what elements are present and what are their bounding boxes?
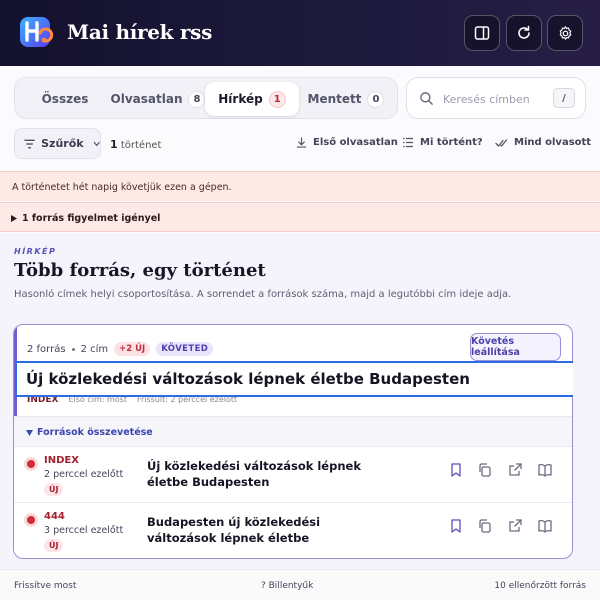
app-header: Mai hírek rss [0, 0, 600, 66]
followed-badge: KÖVETED [156, 342, 214, 356]
tab-label: Mentett [307, 92, 362, 106]
source-headline[interactable]: Budapesten új közlekedési változások lép… [147, 514, 379, 546]
external-link-icon[interactable] [507, 518, 523, 534]
compare-sources-label: Források összevetése [37, 427, 153, 438]
new-items-badge: +2 ÚJ [114, 342, 151, 356]
unread-count-badge: 8 [188, 90, 206, 108]
story-count-badge: 1 [268, 90, 286, 108]
mark-all-read-label: Mind olvasott [514, 137, 592, 148]
status-footer: Frissítve most ? Billentyűk 10 ellenőrzö… [0, 569, 600, 600]
settings-button[interactable] [547, 15, 583, 51]
attention-text: 1 forrás figyelmet igényel [22, 213, 161, 224]
double-check-icon [495, 138, 508, 147]
filters-button[interactable]: Szűrők [14, 128, 101, 159]
keyboard-shortcuts-link[interactable]: ? Billentyűk [261, 581, 313, 591]
bookmark-icon[interactable] [448, 518, 464, 534]
caret-right-icon [11, 215, 17, 222]
search-icon [420, 92, 433, 105]
story-headline: Új közlekedési változások lépnek életbe … [26, 370, 470, 388]
tab-label: Olvasatlan [110, 92, 183, 106]
external-link-icon[interactable] [507, 462, 523, 478]
title-count: 2 cím [80, 343, 109, 355]
compare-sources-header[interactable]: Források összevetése [14, 416, 572, 447]
sidebar-toggle-button[interactable] [464, 15, 500, 51]
attention-toggle[interactable]: 1 forrás figyelmet igényel [11, 213, 160, 224]
attention-banner[interactable]: 1 forrás figyelmet igényel [0, 202, 600, 232]
unread-dot-icon [27, 516, 35, 524]
section-eyebrow: HÍRKÉP [14, 247, 57, 256]
section-title: Több forrás, egy történet [14, 260, 266, 281]
source-row[interactable]: 444 3 perccel ezelőtt ÚJ Budapesten új k… [14, 504, 572, 558]
story-count: 1 történet [110, 138, 161, 151]
source-row[interactable]: INDEX 2 perccel ezelőtt ÚJ Új közlekedés… [14, 448, 572, 503]
refresh-icon [518, 25, 530, 39]
source-name: INDEX [44, 455, 79, 466]
list-icon [403, 137, 413, 148]
tab-saved[interactable]: Mentett 0 [299, 82, 393, 116]
what-happened-label: Mi történt? [420, 137, 483, 148]
first-unread-button[interactable]: Első olvasatlan [296, 137, 398, 148]
story-card: 2 forrás 2 cím +2 ÚJ KÖVETED Követés leá… [13, 324, 573, 559]
reader-book-icon[interactable] [537, 462, 553, 478]
chevron-down-icon [93, 141, 100, 146]
tab-label: Hírkép [218, 92, 263, 106]
reader-book-icon[interactable] [537, 518, 553, 534]
unread-dot-icon [27, 460, 35, 468]
search-shortcut-key: / [553, 88, 575, 108]
copy-icon[interactable] [477, 462, 493, 478]
story-count-value: 1 [110, 138, 118, 151]
mark-all-read-button[interactable]: Mind olvasott [495, 137, 591, 148]
search-input[interactable] [443, 89, 549, 109]
source-new-badge: ÚJ [44, 539, 64, 552]
source-count: 2 forrás [27, 343, 66, 355]
tab-unread[interactable]: Olvasatlan 8 [110, 82, 206, 116]
first-unread-label: Első olvasatlan [313, 137, 398, 148]
app-title: Mai hírek rss [67, 20, 213, 44]
caret-down-icon [26, 429, 33, 436]
download-arrow-icon [296, 137, 307, 148]
filters-label: Szűrők [41, 137, 84, 150]
view-tabs: Összes Olvasatlan 8 Hírkép 1 Mentett 0 [14, 77, 398, 119]
source-name: 444 [44, 511, 65, 522]
tab-label: Összes [41, 92, 89, 106]
story-headline-focus[interactable]: Új közlekedési változások lépnek életbe … [15, 361, 573, 397]
what-happened-button[interactable]: Mi történt? [402, 137, 483, 148]
checked-sources-count: 10 ellenőrzött forrás [494, 581, 586, 591]
tracking-notice-text: A történetet hét napig követjük ezen a g… [12, 182, 232, 193]
source-time: 2 perccel ezelőtt [44, 469, 124, 480]
tab-story-view[interactable]: Hírkép 1 [205, 82, 299, 116]
compare-sources-toggle[interactable]: Források összevetése [26, 427, 153, 438]
stop-following-button[interactable]: Követés leállítása [470, 333, 561, 361]
story-meta: 2 forrás 2 cím +2 ÚJ KÖVETED [27, 342, 214, 356]
filter-icon [24, 139, 35, 148]
sidebar-panel-icon [474, 26, 490, 40]
story-count-label: történet [120, 140, 162, 151]
tracking-notice-banner: A történetet hét napig követjük ezen a g… [0, 171, 600, 201]
saved-count-badge: 0 [367, 90, 385, 108]
app-logo-icon [18, 13, 56, 51]
dot-separator [71, 347, 75, 351]
refresh-button[interactable] [506, 15, 542, 51]
tab-all[interactable]: Összes [19, 82, 111, 116]
settings-gear-icon [559, 25, 571, 40]
source-new-badge: ÚJ [44, 483, 64, 496]
bookmark-icon[interactable] [448, 462, 464, 478]
copy-icon[interactable] [477, 518, 493, 534]
section-subtitle: Hasonló címek helyi csoportosítása. A so… [14, 289, 512, 300]
source-headline[interactable]: Új közlekedési változások lépnek életbe … [147, 458, 379, 490]
last-refreshed: Frissítve most [14, 581, 77, 591]
source-time: 3 perccel ezelőtt [44, 525, 124, 536]
